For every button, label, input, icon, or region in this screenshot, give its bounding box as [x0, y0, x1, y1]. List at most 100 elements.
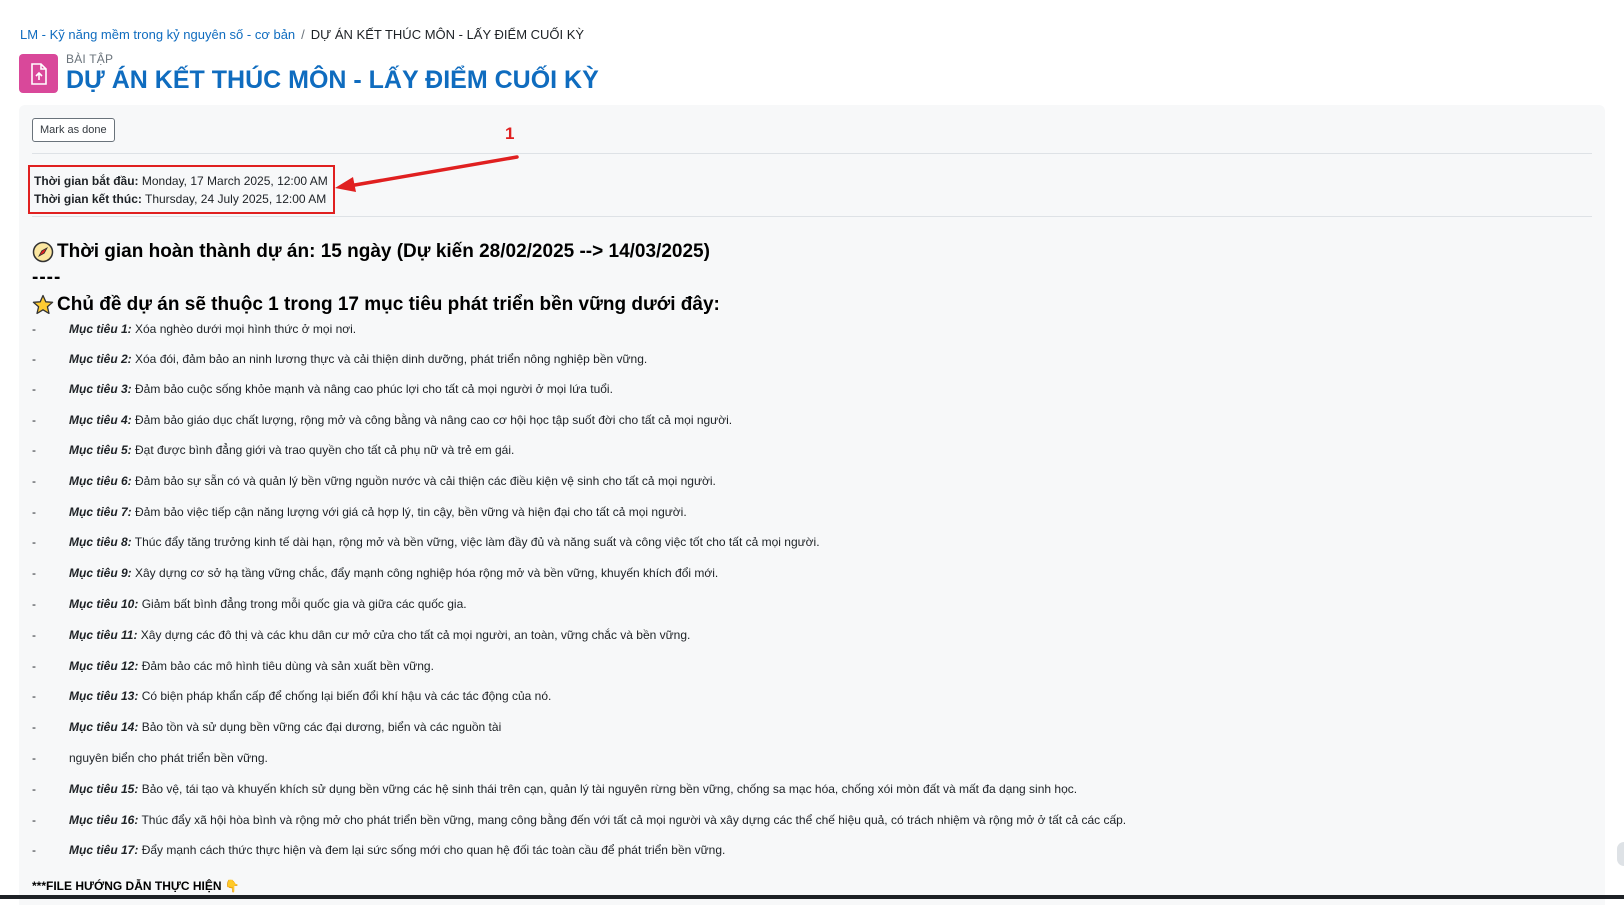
goal-label: Mục tiêu 10: — [69, 597, 139, 611]
list-bullet: - — [32, 843, 36, 857]
end-date-row: Thời gian kết thúc: Thursday, 24 July 20… — [34, 190, 329, 208]
list-item-text: Mục tiêu 3: Đảm bảo cuộc sống khỏe mạnh … — [69, 382, 613, 396]
list-bullet: - — [32, 535, 36, 549]
goal-text: Thúc đẩy xã hội hòa bình và rộng mở cho … — [138, 813, 1127, 827]
start-date-label: Thời gian bắt đầu: — [34, 174, 139, 188]
goal-label: Mục tiêu 6: — [69, 474, 132, 488]
star-icon — [32, 294, 54, 315]
goal-text: Có biện pháp khẩn cấp để chống lại biến … — [138, 689, 552, 703]
divider — [32, 216, 1592, 217]
list-item-text: Mục tiêu 9: Xây dựng cơ sở hạ tầng vững … — [69, 566, 718, 580]
annotation-number: 1 — [505, 124, 515, 143]
goal-label: Mục tiêu 17: — [69, 843, 139, 857]
goal-text: Đảm bảo việc tiếp cận năng lượng với giá… — [131, 505, 687, 519]
goal-text: Xóa đói, đảm bảo an ninh lương thực và c… — [131, 352, 648, 366]
list-bullet: - — [32, 566, 36, 580]
goal-label: Mục tiêu 1: — [69, 322, 132, 336]
goal-label: Mục tiêu 14: — [69, 720, 139, 734]
list-item-text: Mục tiêu 7: Đảm bảo việc tiếp cận năng l… — [69, 505, 687, 519]
mark-as-done-button[interactable]: Mark as done — [32, 118, 115, 142]
goal-label: Mục tiêu 12: — [69, 659, 139, 673]
assignment-upload-icon — [19, 54, 58, 93]
list-bullet: - — [32, 352, 36, 366]
bottom-bar — [0, 895, 1624, 899]
goal-text: Xây dựng các đô thị và các khu dân cư mở… — [137, 628, 691, 642]
list-item-text: Mục tiêu 5: Đạt được bình đẳng giới và t… — [69, 443, 514, 457]
page-title: DỰ ÁN KẾT THÚC MÔN - LẤY ĐIỂM CUỐI KỲ — [66, 66, 599, 94]
goal-text: Đảm bảo giáo dục chất lượng, rộng mở và … — [131, 413, 733, 427]
goal-text: Bảo vệ, tái tạo và khuyến khích sử dụng … — [138, 782, 1078, 796]
list-item-text: Mục tiêu 6: Đảm bảo sự sẵn có và quản lý… — [69, 474, 716, 488]
list-item-text: Mục tiêu 1: Xóa nghèo dưới mọi hình thức… — [69, 322, 356, 336]
goal-label: Mục tiêu 4: — [69, 413, 132, 427]
goal-text: Giảm bất bình đẳng trong mỗi quốc gia và… — [138, 597, 467, 611]
list-item-text: Mục tiêu 13: Có biện pháp khẩn cấp để ch… — [69, 689, 551, 703]
list-bullet: - — [32, 413, 36, 427]
list-bullet: - — [32, 474, 36, 488]
topics-heading-text: Chủ đề dự án sẽ thuộc 1 trong 17 mục tiê… — [57, 294, 720, 315]
goal-text: Đảm bảo các mô hình tiêu dùng và sản xuấ… — [138, 659, 434, 673]
goal-label: Mục tiêu 13: — [69, 689, 139, 703]
end-date-label: Thời gian kết thúc: — [34, 192, 142, 206]
goal-label: Mục tiêu 15: — [69, 782, 139, 796]
activity-type-label: BÀI TẬP — [66, 52, 114, 66]
list-bullet: - — [32, 659, 36, 673]
list-bullet: - — [32, 443, 36, 457]
list-item-text: Mục tiêu 8: Thúc đẩy tăng trưởng kinh tế… — [69, 535, 820, 549]
list-bullet: - — [32, 505, 36, 519]
goal-label: Mục tiêu 11: — [69, 628, 138, 642]
divider — [32, 153, 1592, 154]
end-date-value: Thursday, 24 July 2025, 12:00 AM — [145, 192, 327, 206]
list-bullet: - — [32, 720, 36, 734]
list-bullet: - — [32, 628, 36, 642]
breadcrumb-current: DỰ ÁN KẾT THÚC MÔN - LẤY ĐIỂM CUỐI KỲ — [310, 27, 585, 42]
goal-label: Mục tiêu 16: — [69, 813, 139, 827]
activity-dates: Thời gian bắt đầu: Monday, 17 March 2025… — [28, 165, 335, 214]
goal-text: Xây dựng cơ sở hạ tầng vững chắc, đẩy mạ… — [131, 566, 719, 580]
goal-label: Mục tiêu 3: — [69, 382, 132, 396]
list-item-text: Mục tiêu 11: Xây dựng các đô thị và các … — [69, 628, 690, 642]
list-bullet: - — [32, 382, 36, 396]
list-item-text: Mục tiêu 17: Đẩy mạnh cách thức thực hiệ… — [69, 843, 725, 857]
list-bullet: - — [32, 689, 36, 703]
list-item-text: Mục tiêu 10: Giảm bất bình đẳng trong mỗ… — [69, 597, 467, 611]
goal-text: Đẩy mạnh cách thức thực hiện và đem lại … — [138, 843, 726, 857]
list-item-text: Mục tiêu 4: Đảm bảo giáo dục chất lượng,… — [69, 413, 732, 427]
list-item-text: Mục tiêu 2: Xóa đói, đảm bảo an ninh lươ… — [69, 352, 647, 366]
list-bullet: - — [32, 782, 36, 796]
goal-label: Mục tiêu 2: — [69, 352, 132, 366]
list-bullet: - — [32, 322, 36, 336]
goal-text: Bảo tồn và sử dụng bền vững các đại dươn… — [138, 720, 502, 734]
list-bullet: - — [32, 751, 36, 765]
goal-text: Đảm bảo cuộc sống khỏe mạnh và nâng cao … — [131, 382, 613, 396]
goal-label: Mục tiêu 9: — [69, 566, 132, 580]
duration-heading: Thời gian hoàn thành dự án: 15 ngày (Dự … — [32, 241, 710, 263]
list-item-text: Mục tiêu 15: Bảo vệ, tái tạo và khuyến k… — [69, 782, 1077, 796]
breadcrumb: LM - Kỹ năng mềm trong kỷ nguyên số - cơ… — [20, 27, 584, 42]
compass-icon — [32, 241, 54, 263]
list-item-text: Mục tiêu 14: Bảo tồn và sử dụng bền vững… — [69, 720, 501, 734]
list-bullet: - — [32, 597, 36, 611]
duration-heading-text: Thời gian hoàn thành dự án: 15 ngày (Dự … — [57, 241, 710, 262]
goal-text: Đạt được bình đẳng giới và trao quyền ch… — [131, 443, 515, 457]
list-item-text: Mục tiêu 12: Đảm bảo các mô hình tiêu dù… — [69, 659, 434, 673]
start-date-row: Thời gian bắt đầu: Monday, 17 March 2025… — [34, 172, 329, 190]
list-bullet: - — [32, 813, 36, 827]
goal-text: Đảm bảo sự sẵn có và quản lý bền vững ng… — [131, 474, 716, 488]
breadcrumb-course-link[interactable]: LM - Kỹ năng mềm trong kỷ nguyên số - cơ… — [20, 27, 295, 42]
annotation-arrow — [335, 155, 519, 192]
goal-label: Mục tiêu 7: — [69, 505, 132, 519]
breadcrumb-separator: / — [301, 27, 305, 42]
goal-label: Mục tiêu 5: — [69, 443, 132, 457]
list-item-text: nguyên biển cho phát triển bền vững. — [69, 751, 268, 765]
goal-text: Xóa nghèo dưới mọi hình thức ở mọi nơi. — [131, 322, 357, 336]
separator-text: ---- — [32, 267, 62, 288]
topics-heading: Chủ đề dự án sẽ thuộc 1 trong 17 mục tiê… — [32, 294, 720, 316]
goal-text: nguyên biển cho phát triển bền vững. — [69, 751, 268, 765]
goal-label: Mục tiêu 8: — [69, 535, 132, 549]
goal-text: Thúc đẩy tăng trưởng kinh tế dài hạn, rộ… — [131, 535, 820, 549]
file-guide-heading: ***FILE HƯỚNG DẪN THỰC HIỆN 👇 — [32, 879, 240, 893]
scroll-to-top-handle[interactable] — [1617, 842, 1624, 866]
start-date-value: Monday, 17 March 2025, 12:00 AM — [141, 174, 328, 188]
list-item-text: Mục tiêu 16: Thúc đẩy xã hội hòa bình và… — [69, 813, 1126, 827]
